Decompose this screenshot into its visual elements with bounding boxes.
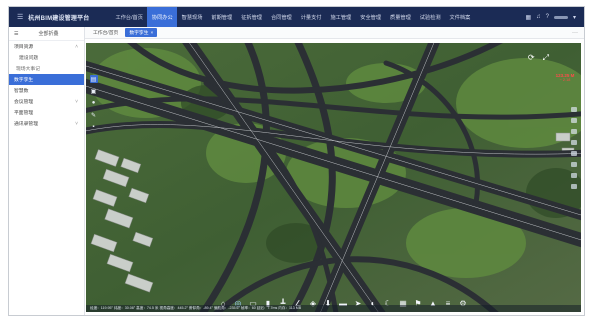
sidebar-item-label: 建设问题 xyxy=(19,56,39,61)
sidebar-header: ☰ 全部折叠 xyxy=(9,27,84,41)
edit-icon[interactable]: ✎ xyxy=(90,111,98,119)
chat-icon[interactable]: ● xyxy=(90,99,98,107)
chevron-icon[interactable]: ˅ xyxy=(75,121,78,127)
sidebar: ☰ 全部折叠 项目资源 ˄ 建设问题现场大事记数字孪生智慧数会议管理 ˅ 平面管理通讯录… xyxy=(9,27,85,315)
user-name-pill[interactable] xyxy=(553,15,568,19)
folder-icon[interactable]: ▣ xyxy=(90,87,98,95)
compass-readout: 123.25 M ~ 2.18 xyxy=(553,73,577,82)
chevron-down-icon[interactable]: ▾ xyxy=(573,14,576,21)
sidebar-item-4[interactable]: 智慧数 xyxy=(9,85,84,96)
nav-item-7[interactable]: 施工管理 xyxy=(326,7,356,27)
compass-sub: ~ 2.18 xyxy=(559,78,571,82)
right-tool-1[interactable] xyxy=(571,107,577,112)
tab-label: 工作台/首页 xyxy=(93,31,119,36)
tab-bar: 工作台/首页 数字孪生 × ··· xyxy=(85,27,584,39)
nav-item-5[interactable]: 合同管理 xyxy=(266,7,296,27)
nav-item-1[interactable]: 协同办公 xyxy=(147,7,178,27)
brand: ☰ 杭州BIM建设管理平台 xyxy=(9,13,109,22)
aerial-interchange-scene xyxy=(86,43,581,312)
sidebar-item-label: 平面管理 xyxy=(14,111,34,116)
right-toolbar xyxy=(571,107,579,189)
collapse-all-button[interactable]: 全部折叠 xyxy=(38,30,58,37)
sidebar-item-label: 智慧数 xyxy=(14,89,29,94)
app-title: 杭州BIM建设管理平台 xyxy=(28,15,90,22)
fullscreen-icon[interactable]: ⤢ xyxy=(543,53,549,63)
right-tool-2[interactable] xyxy=(571,118,577,123)
bell-icon[interactable]: ♫ xyxy=(536,14,541,20)
sidebar-item-6[interactable]: 平面管理 xyxy=(9,107,84,118)
nav-item-0[interactable]: 工作台/首页 xyxy=(111,7,147,27)
right-tool-5[interactable] xyxy=(571,151,577,156)
tab-list: 工作台/首页 数字孪生 × xyxy=(89,28,160,37)
right-tool-3[interactable] xyxy=(571,129,577,134)
view-controls: ⟳ ⤢ xyxy=(528,53,549,63)
sidebar-item-label: 现场大事记 xyxy=(16,67,40,72)
map-viewport[interactable]: ⟳ ⤢ 123.25 M ~ 2.18 ▤ ▣ ● ✎ ▪ ⌂ ◎ ▭ ▮ ┻ … xyxy=(86,43,581,312)
sidebar-item-0[interactable]: 项目资源 ˄ xyxy=(9,41,84,52)
sidebar-item-3[interactable]: 数字孪生 xyxy=(9,74,84,85)
sidebar-item-5[interactable]: 会议管理 ˅ xyxy=(9,96,84,107)
nav-item-8[interactable]: 安全管理 xyxy=(356,7,386,27)
sidebar-item-2[interactable]: 现场大事记 xyxy=(9,63,84,74)
top-right-tools: ▦ ♫ ? ▾ xyxy=(525,14,584,21)
nav-item-10[interactable]: 试验检测 xyxy=(415,7,445,27)
chevron-icon[interactable]: ˅ xyxy=(75,99,78,105)
sidebar-item-label: 通讯录管理 xyxy=(14,122,38,127)
right-tool-8[interactable] xyxy=(571,184,577,189)
sidebar-item-7[interactable]: 通讯录管理 ˅ xyxy=(9,118,84,129)
right-tool-4[interactable] xyxy=(571,140,577,145)
rotate-icon[interactable]: ⟳ xyxy=(528,53,535,63)
left-toolbar: ▤ ▣ ● ✎ ▪ xyxy=(89,75,98,131)
sidebar-item-1[interactable]: 建设问题 xyxy=(9,52,84,63)
nav-item-3[interactable]: 前期管理 xyxy=(207,7,237,27)
tab-label: 数字孪生 xyxy=(129,31,149,36)
main-nav: 工作台/首页 协同办公 智慧现场 前期管理 征拆管理 合同管理 计量支付 施工管理 安全管理 质量… xyxy=(111,7,475,27)
sidebar-item-label: 数字孪生 xyxy=(14,78,34,83)
right-tool-7[interactable] xyxy=(571,173,577,178)
right-tool-6[interactable] xyxy=(571,162,577,167)
more-icon[interactable]: ··· xyxy=(572,30,578,36)
help-icon[interactable]: ? xyxy=(546,14,549,20)
layers-icon[interactable]: ▤ xyxy=(89,75,98,83)
sidebar-item-label: 会议管理 xyxy=(14,100,34,105)
close-icon[interactable]: × xyxy=(151,31,154,36)
nav-item-2[interactable]: 智慧现场 xyxy=(177,7,207,27)
nav-item-11[interactable]: 文件档案 xyxy=(445,7,475,27)
list-icon[interactable]: ☰ xyxy=(14,31,18,37)
nav-item-6[interactable]: 计量支付 xyxy=(296,7,326,27)
delete-icon[interactable]: ▪ xyxy=(90,123,98,131)
top-navbar: ☰ 杭州BIM建设管理平台 工作台/首页 协同办公 智慧现场 前期管理 征拆管理 合同管理… xyxy=(9,7,584,27)
sidebar-items: 项目资源 ˄ 建设问题现场大事记数字孪生智慧数会议管理 ˅ 平面管理通讯录管理 ˅ xyxy=(9,41,84,129)
sidebar-item-label: 项目资源 xyxy=(14,45,34,50)
app-window: ☰ 杭州BIM建设管理平台 工作台/首页 协同办公 智慧现场 前期管理 征拆管理 合同管理… xyxy=(8,6,585,316)
grid-icon[interactable]: ▦ xyxy=(525,14,531,21)
nav-item-9[interactable]: 质量管理 xyxy=(386,7,416,27)
nav-item-4[interactable]: 征拆管理 xyxy=(237,7,267,27)
chevron-icon[interactable]: ˄ xyxy=(75,44,78,50)
tab-0[interactable]: 工作台/首页 xyxy=(89,28,122,37)
tab-1[interactable]: 数字孪生 × xyxy=(125,28,158,37)
menu-icon[interactable]: ☰ xyxy=(17,13,23,21)
status-bar: 经度：119.95° 纬度：30.08° 高度：74.5 米 视角高度：445.… xyxy=(86,305,581,312)
